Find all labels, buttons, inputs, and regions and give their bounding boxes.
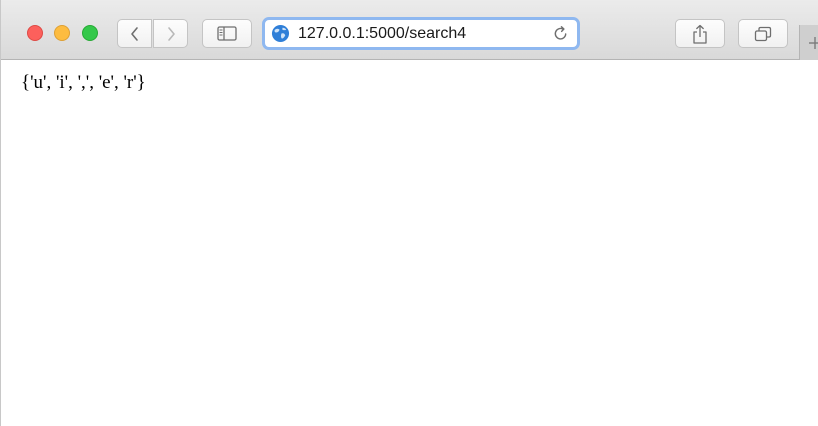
address-bar[interactable]: 127.0.0.1:5000/search4 — [262, 17, 580, 50]
minimize-window-button[interactable] — [54, 25, 70, 41]
reload-icon[interactable] — [552, 25, 569, 42]
chevron-right-icon — [167, 26, 175, 41]
plus-icon — [809, 36, 818, 49]
page-content: {'u', 'i', ',', 'e', 'r'} — [1, 60, 818, 426]
globe-icon — [271, 24, 290, 43]
share-icon — [693, 24, 707, 44]
zoom-window-button[interactable] — [82, 25, 98, 41]
back-button[interactable] — [117, 19, 152, 48]
chevron-left-icon — [130, 26, 138, 41]
sidebar-toggle-button[interactable] — [202, 19, 252, 48]
tabs-overview-button[interactable] — [738, 19, 788, 48]
sidebar-icon — [217, 26, 237, 41]
close-window-button[interactable] — [27, 25, 43, 41]
browser-window: 127.0.0.1:5000/search4 {'u', 'i', ',', '… — [0, 0, 818, 426]
page-body-text: {'u', 'i', ',', 'e', 'r'} — [21, 72, 146, 93]
browser-toolbar: 127.0.0.1:5000/search4 — [1, 0, 818, 60]
tabs-overview-icon — [754, 26, 772, 41]
forward-button[interactable] — [153, 19, 188, 48]
url-text[interactable]: 127.0.0.1:5000/search4 — [298, 24, 466, 44]
new-tab-button[interactable] — [799, 25, 818, 60]
share-button[interactable] — [675, 19, 725, 48]
